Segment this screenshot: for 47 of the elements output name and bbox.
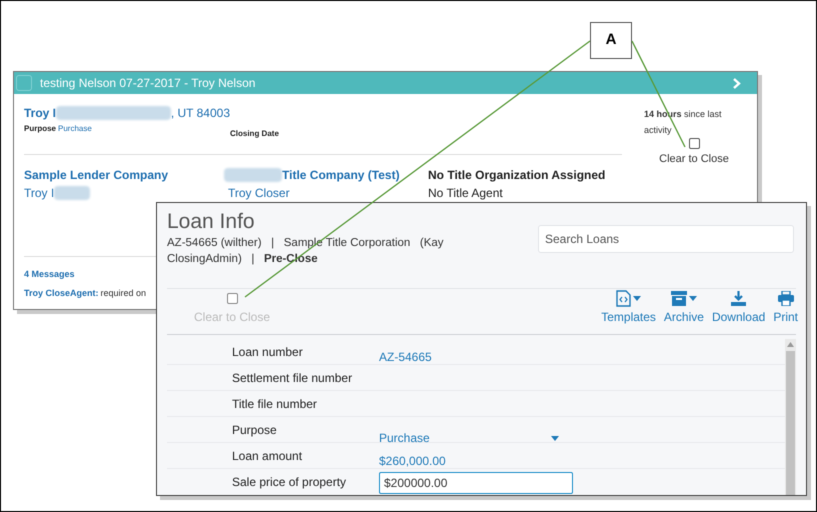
callout-label: A [590, 22, 632, 59]
title-agent: No Title Agent [428, 185, 504, 202]
purpose-select[interactable]: Purchase [379, 423, 559, 447]
blurred-text [224, 168, 282, 182]
purpose-label: Purpose [24, 124, 56, 133]
field-label: Sale price of property [231, 474, 348, 491]
title-organization: No Title Organization Assigned [428, 167, 606, 184]
card-title: testing Nelson 07-27-2017 - Troy Nelson [40, 75, 256, 92]
chevron-right-icon[interactable] [733, 78, 741, 88]
field-label: Loan number [231, 344, 304, 361]
borrower-name[interactable]: Troy I [24, 104, 56, 122]
closing-date-label: Closing Date [230, 129, 279, 138]
contact-name[interactable]: Troy I [24, 184, 54, 202]
search-field[interactable]: Search Loans [538, 225, 794, 253]
clear-to-close-label: Clear to Close [194, 309, 270, 326]
scrollbar-thumb[interactable] [786, 351, 795, 495]
lender-name[interactable]: Sample Lender Company [24, 166, 224, 184]
message-text: required on [100, 288, 146, 298]
field-value: $260,000.00 [379, 454, 446, 468]
archive-box-icon [670, 290, 687, 306]
toolbar-button[interactable]: Print [773, 289, 798, 326]
checkbox[interactable] [16, 75, 32, 91]
field-label: Title file number [231, 396, 318, 413]
title-company-name[interactable]: Title Company (Test) [282, 166, 400, 184]
message-author: Troy CloseAgent: [24, 288, 99, 298]
blurred-text [54, 186, 90, 200]
window-title: Loan Info [167, 209, 256, 235]
address-text: , UT 84003 [170, 105, 230, 122]
download-icon [731, 290, 746, 306]
code-document-icon [616, 290, 632, 306]
caret-icon [551, 436, 559, 440]
messages-link[interactable]: 4 Messages [24, 268, 75, 282]
purpose-value: Purchase [58, 124, 92, 133]
printer-icon [778, 290, 794, 306]
field-label: Loan amount [231, 448, 304, 465]
contact-name[interactable]: Troy Closer [224, 184, 428, 202]
field-label: Purpose [231, 422, 278, 439]
checkbox[interactable] [688, 138, 700, 149]
loan-number-link[interactable]: AZ-54665 [379, 350, 432, 364]
input-field[interactable]: $200000.00 [379, 472, 573, 494]
field-label: Settlement file number [231, 370, 354, 387]
scroll-up-icon[interactable] [787, 342, 794, 348]
scrollbar[interactable] [785, 339, 796, 495]
toolbar-button[interactable]: Templates [601, 289, 656, 326]
toolbar-button[interactable]: Archive [664, 289, 704, 326]
toolbar-button[interactable]: Download [712, 289, 766, 326]
clear-to-close-label: Clear to Close [659, 152, 729, 167]
